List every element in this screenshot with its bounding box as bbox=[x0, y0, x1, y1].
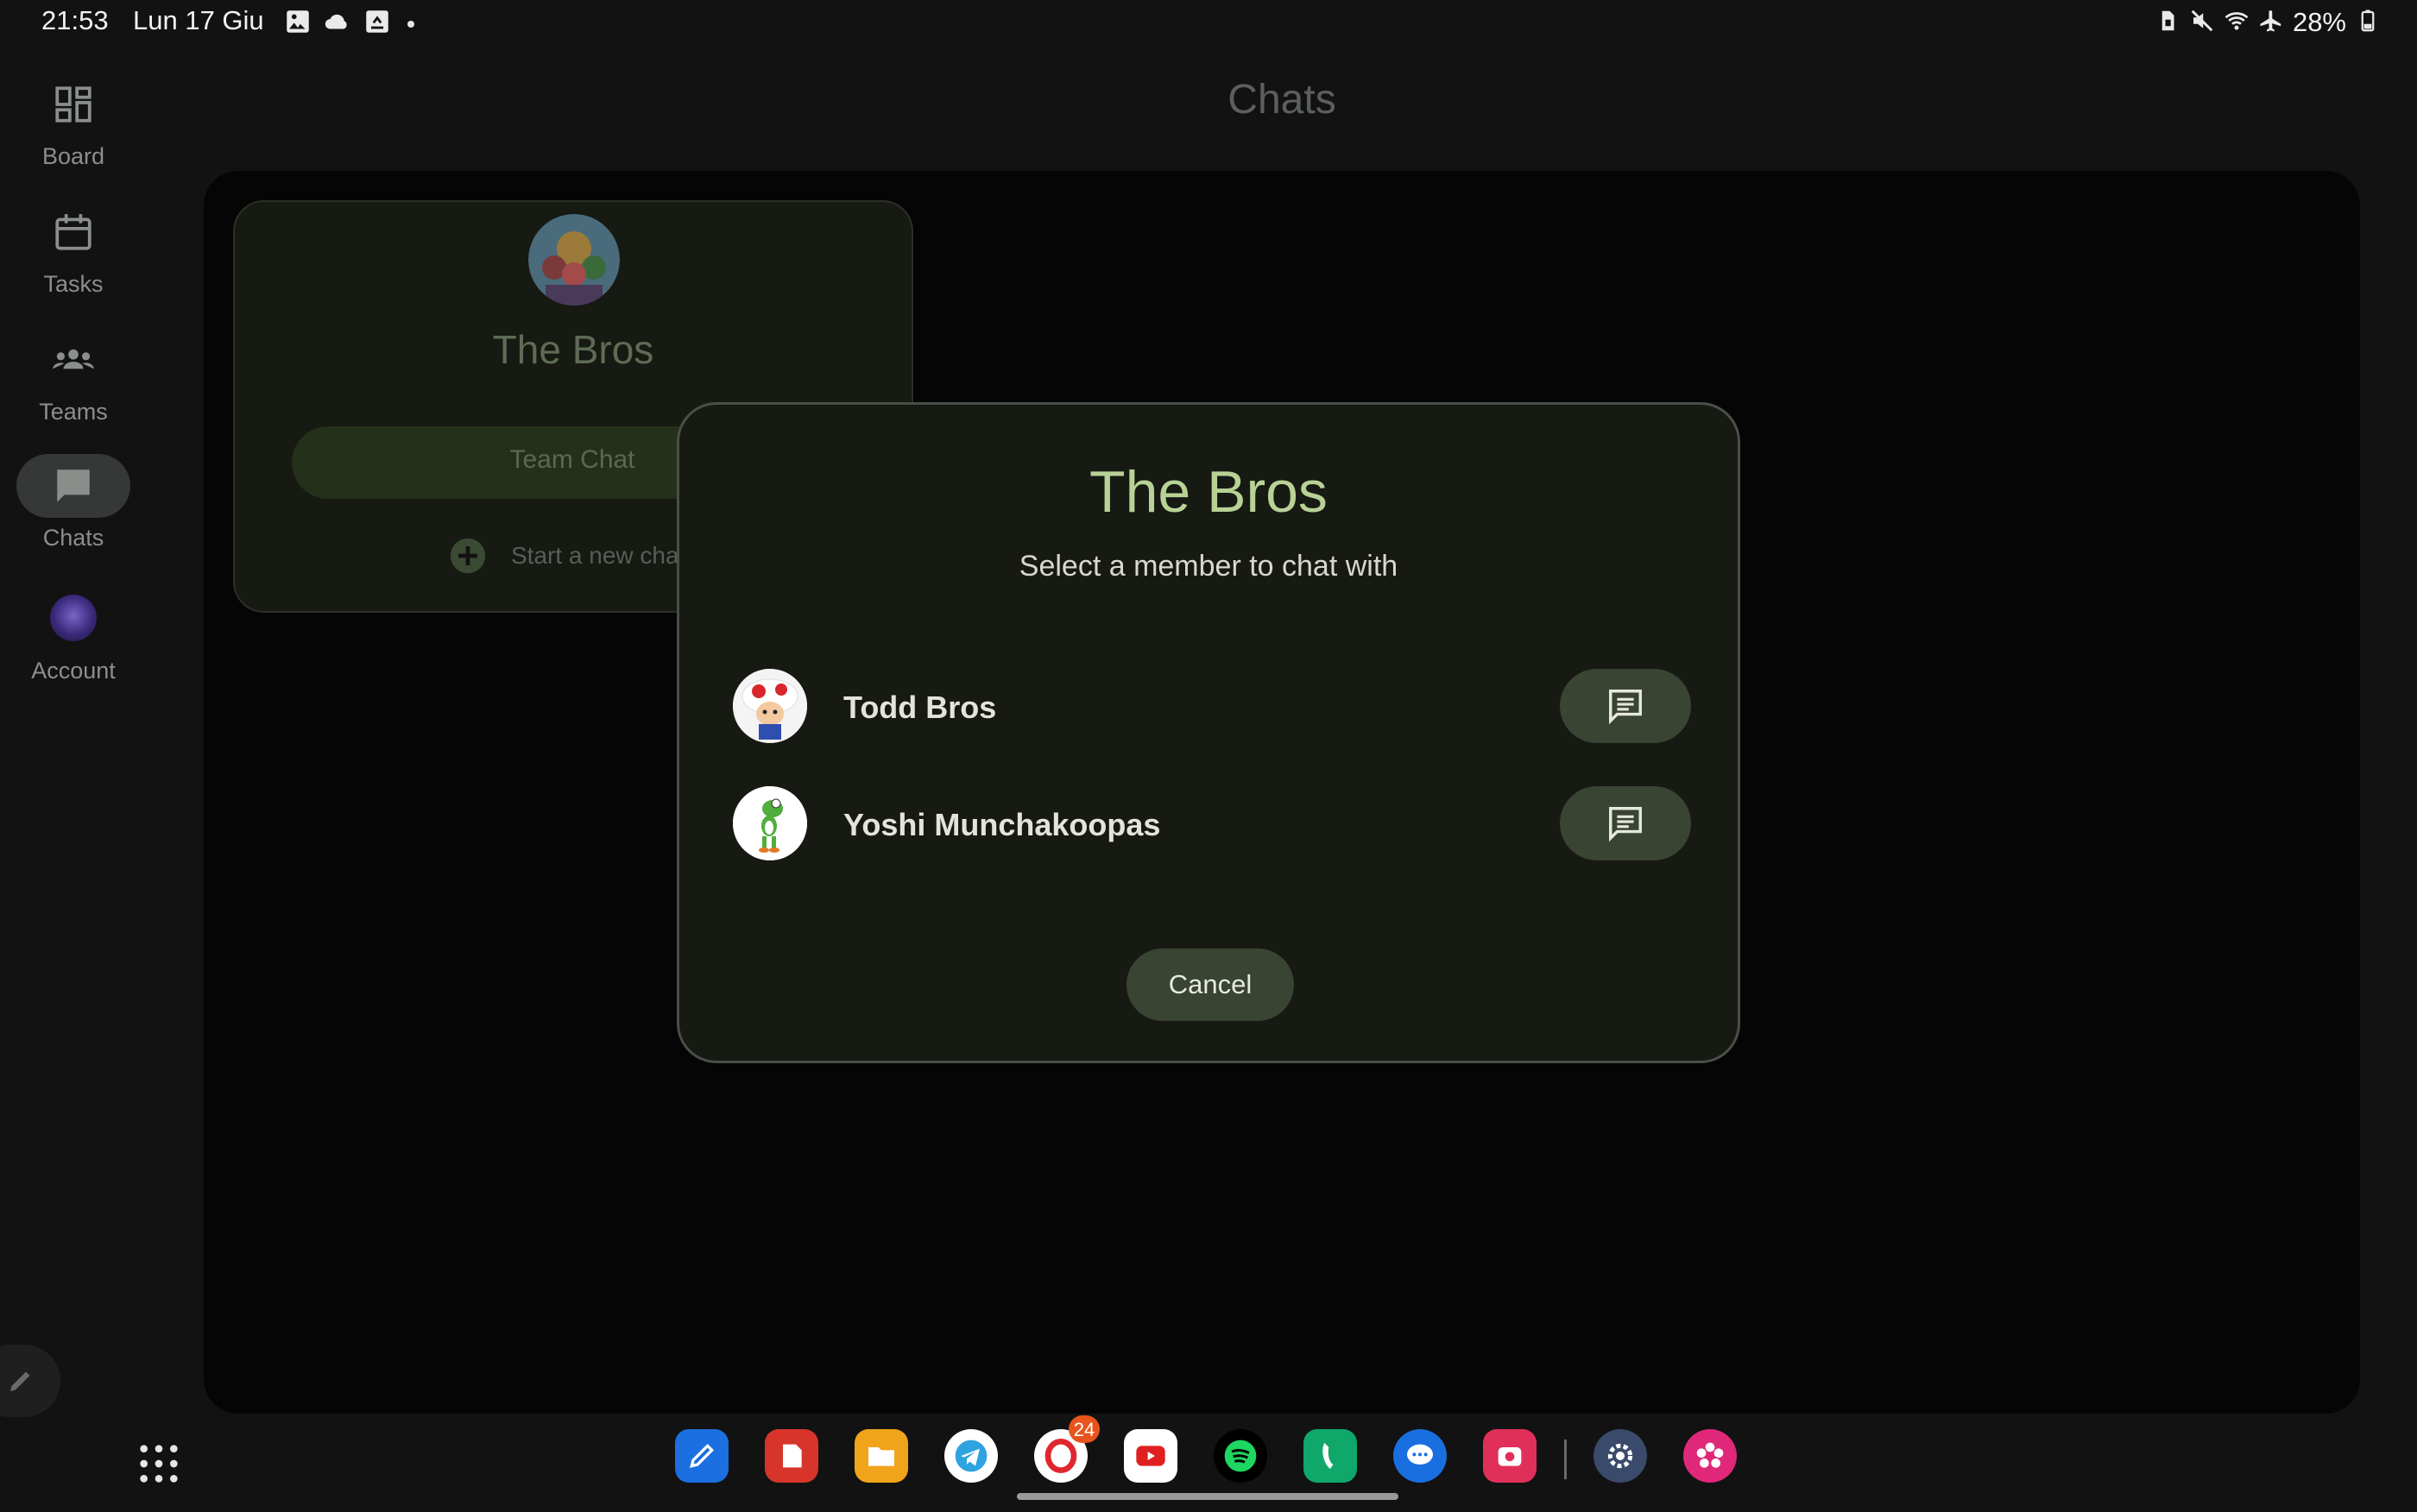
date: Lun 17 Giu bbox=[133, 5, 264, 35]
status-bar: 21:53 Lun 17 Giu 28% bbox=[0, 0, 2417, 45]
camera-icon bbox=[1498, 1447, 1522, 1466]
calendar-icon bbox=[16, 200, 130, 264]
phone-app[interactable] bbox=[1303, 1429, 1357, 1483]
sim-icon bbox=[2155, 8, 2180, 38]
teams-icon bbox=[16, 328, 130, 392]
rail-item-teams[interactable]: Teams bbox=[0, 328, 147, 425]
gesture-handle[interactable] bbox=[1017, 1493, 1398, 1500]
phone-icon bbox=[1322, 1443, 1334, 1469]
notification-icons bbox=[283, 7, 414, 41]
rail-item-board[interactable]: Board bbox=[0, 72, 147, 170]
toad-avatar bbox=[733, 669, 807, 743]
telegram-icon bbox=[955, 1440, 988, 1472]
camera-app[interactable] bbox=[1483, 1429, 1537, 1483]
chat-with-yoshi-button[interactable] bbox=[1560, 786, 1691, 860]
dialog-subtitle: Select a member to chat with bbox=[1019, 550, 1398, 583]
acrobat-app[interactable] bbox=[765, 1429, 818, 1483]
youtube-icon bbox=[1136, 1446, 1165, 1466]
message-icon bbox=[1609, 690, 1642, 725]
pdf-icon bbox=[783, 1444, 802, 1468]
member-row-yoshi: Yoshi Munchakoopas bbox=[733, 786, 1691, 860]
rail-label-board: Board bbox=[41, 143, 105, 169]
folder-icon bbox=[868, 1447, 894, 1466]
cancel-button[interactable]: Cancel bbox=[1126, 948, 1294, 1021]
start-new-chat-button[interactable]: Start a new chat bbox=[449, 537, 685, 575]
clock: 21:53 bbox=[41, 5, 109, 35]
gear-icon bbox=[1607, 1443, 1633, 1469]
rail-label-chats: Chats bbox=[42, 525, 104, 551]
edit-fab[interactable] bbox=[0, 1345, 60, 1417]
notes-app[interactable] bbox=[675, 1429, 729, 1483]
blossom-app[interactable] bbox=[1683, 1429, 1737, 1483]
spotify-app[interactable] bbox=[1214, 1429, 1267, 1483]
grid-icon bbox=[140, 1445, 178, 1483]
wifi-icon bbox=[2224, 8, 2250, 38]
battery-percent: 28% bbox=[2292, 7, 2346, 37]
cloud-icon bbox=[323, 7, 352, 41]
pen-icon bbox=[690, 1443, 715, 1468]
chat-with-todd-button[interactable] bbox=[1560, 669, 1691, 743]
settings-app[interactable] bbox=[1593, 1429, 1647, 1483]
dock-divider bbox=[1564, 1440, 1567, 1479]
message-icon bbox=[1609, 807, 1642, 842]
rail-label-teams: Teams bbox=[39, 399, 108, 425]
spotify-icon bbox=[1224, 1440, 1257, 1472]
airplane-icon bbox=[2258, 8, 2284, 38]
opera-app[interactable]: 24 bbox=[1034, 1415, 1100, 1483]
screenshot-icon bbox=[363, 7, 392, 41]
telegram-app[interactable] bbox=[944, 1429, 998, 1483]
member-row-todd: Todd Bros bbox=[733, 669, 1691, 743]
yoshi-avatar bbox=[733, 786, 807, 860]
gallery-icon bbox=[283, 7, 312, 41]
battery-icon bbox=[2355, 8, 2381, 38]
start-new-chat-label: Start a new chat bbox=[511, 542, 686, 569]
rail-item-chats[interactable]: Chats bbox=[0, 454, 147, 551]
team-avatar bbox=[528, 214, 620, 306]
member-name: Todd Bros bbox=[843, 690, 997, 725]
messages-app[interactable] bbox=[1393, 1429, 1447, 1483]
screen: 21:53 Lun 17 Giu 28% Board Tasks Teams C… bbox=[0, 0, 2417, 1512]
member-name: Yoshi Munchakoopas bbox=[843, 807, 1161, 842]
rail-label-tasks: Tasks bbox=[43, 271, 104, 297]
page-title: Chats bbox=[1227, 77, 1336, 123]
youtube-app[interactable] bbox=[1124, 1429, 1177, 1483]
files-app[interactable] bbox=[855, 1429, 908, 1483]
team-name: The Bros bbox=[492, 327, 654, 372]
rail-label-account: Account bbox=[31, 658, 116, 684]
message-bubble-icon bbox=[1407, 1444, 1433, 1465]
member-select-dialog: The Bros Select a member to chat with To… bbox=[677, 402, 1740, 1063]
opera-icon bbox=[1044, 1439, 1077, 1473]
pencil-icon bbox=[10, 1371, 30, 1391]
app-drawer-button[interactable] bbox=[136, 1441, 181, 1486]
notification-badge: 24 bbox=[1069, 1415, 1100, 1443]
system-icons: 28% bbox=[2155, 7, 2381, 38]
board-icon bbox=[16, 72, 130, 136]
more-notifications-dot bbox=[407, 20, 414, 28]
flower-icon bbox=[1696, 1442, 1724, 1468]
mute-icon bbox=[2189, 8, 2215, 38]
add-circle-icon bbox=[450, 538, 486, 574]
rail-item-account[interactable]: Account bbox=[0, 594, 147, 684]
dialog-title: The Bros bbox=[1089, 459, 1328, 525]
rail-item-tasks[interactable]: Tasks bbox=[0, 200, 147, 298]
chat-icon bbox=[16, 454, 130, 518]
account-avatar bbox=[50, 595, 97, 641]
